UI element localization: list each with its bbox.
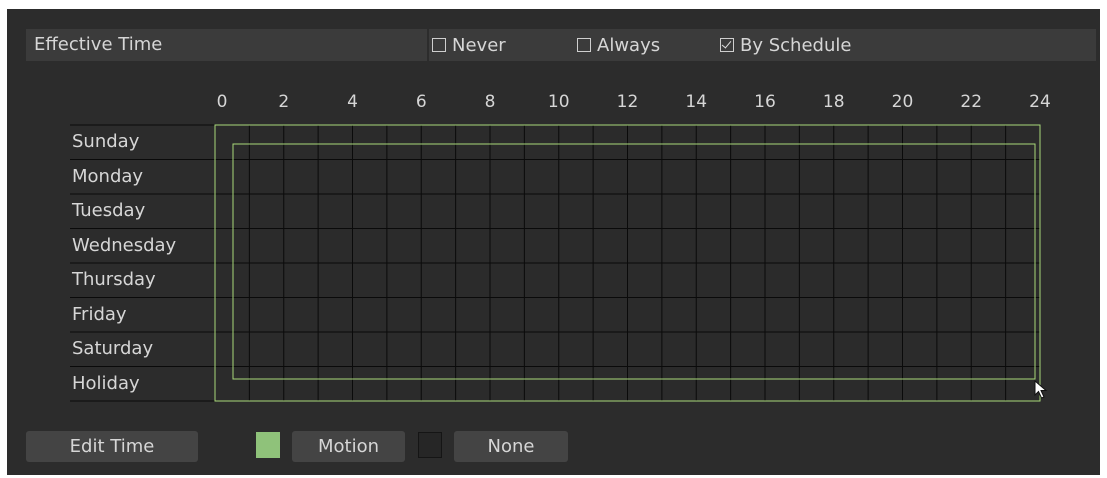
edit-time-button[interactable]: Edit Time: [26, 431, 198, 462]
none-color-swatch[interactable]: [418, 432, 442, 458]
schedule-grid[interactable]: [0, 0, 1107, 478]
mouse-pointer-icon: [1034, 380, 1048, 399]
none-button[interactable]: None: [454, 431, 568, 462]
motion-color-swatch[interactable]: [256, 432, 280, 458]
motion-button[interactable]: Motion: [292, 431, 405, 462]
